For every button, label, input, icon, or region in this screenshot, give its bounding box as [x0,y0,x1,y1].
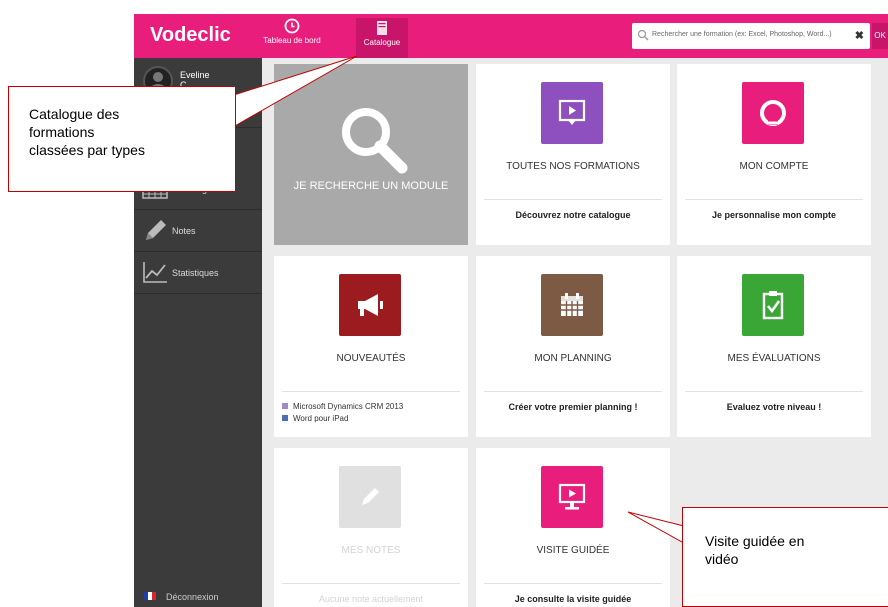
calendar-icon [541,274,603,336]
tile-search-module[interactable]: JE RECHERCHE UN MODULE [274,64,468,245]
tile-title: NOUVEAUTÉS [336,353,406,364]
clock-icon [284,18,300,34]
tile-guided-tour[interactable]: VISITE GUIDÉE Je consulte la visite guid… [476,448,670,607]
brand-logo[interactable]: Vodeclic [150,24,231,47]
news-list: Microsoft Dynamics CRM 2013 Word pour iP… [282,402,403,426]
sidebar-item-notes[interactable]: Notes [134,210,262,252]
clipboard-check-icon [742,274,804,336]
callout-catalogue: Catalogue des formations classées par ty… [8,86,236,192]
tile-my-planning[interactable]: MON PLANNING Créer votre premier plannin… [476,256,670,437]
tile-my-account[interactable]: MON COMPTE Je personnalise mon compte [677,64,871,245]
logout-label: Déconnexion [166,592,219,602]
chart-icon [143,262,167,283]
search-ok-button[interactable]: OK [872,23,888,49]
tile-title: VISITE GUIDÉE [536,545,610,556]
clear-search-icon[interactable]: ✖ [855,29,864,42]
tile-title: MON COMPTE [739,161,809,172]
search-input[interactable]: Rechercher une formation (ex: Excel, Pho… [652,31,832,38]
callout-guided-tour: Visite guidée en vidéo [682,507,888,607]
pencil-icon [146,220,166,240]
tile-footer-link[interactable]: Découvrez notre catalogue [484,210,662,220]
tile-news[interactable]: NOUVEAUTÉS Microsoft Dynamics CRM 2013 W… [274,256,468,437]
tile-title: MES NOTES [341,545,401,556]
pencil-icon [339,466,401,528]
tile-footer-text: Aucune note actuellement [318,594,424,604]
sidebar-item-statistics[interactable]: Statistiques [134,252,262,294]
tile-footer-link[interactable]: Créer votre premier planning ! [484,402,662,412]
search-icon [637,29,649,41]
tile-title: JE RECHERCHE UN MODULE [293,180,449,192]
tile-title: TOUTES NOS FORMATIONS [506,161,640,172]
tile-footer-link[interactable]: Je personnalise mon compte [685,210,863,220]
account-icon [742,82,804,144]
nav-catalogue-label: Catalogue [363,38,401,47]
french-flag-icon [144,592,156,600]
sidebar-item-label: Statistiques [172,268,219,278]
logout-button[interactable]: Déconnexion [134,585,262,607]
tile-my-notes[interactable]: MES NOTES Aucune note actuellement [274,448,468,607]
tile-all-formations[interactable]: TOUTES NOS FORMATIONS Découvrez notre ca… [476,64,670,245]
megaphone-icon [339,274,401,336]
tile-title: MON PLANNING [534,353,612,364]
nav-dashboard[interactable]: Tableau de bord [262,18,322,45]
nav-catalogue[interactable]: Catalogue [356,18,408,58]
list-item[interactable]: Word pour iPad [282,414,403,423]
search-box[interactable]: Rechercher une formation (ex: Excel, Pho… [632,23,870,49]
list-item[interactable]: Microsoft Dynamics CRM 2013 [282,402,403,411]
monitor-play-icon [541,466,603,528]
tile-footer-link[interactable]: Evaluez votre niveau ! [685,402,863,412]
tile-my-evaluations[interactable]: MES ÉVALUATIONS Evaluez votre niveau ! [677,256,871,437]
nav-dashboard-label: Tableau de bord [263,36,321,45]
video-screen-icon [541,82,603,144]
sidebar-item-label: Notes [172,226,196,236]
book-icon [377,21,387,35]
search-icon [342,108,408,174]
tile-title: MES ÉVALUATIONS [727,353,821,364]
tile-footer-link[interactable]: Je consulte la visite guidée [484,594,662,604]
top-bar: Vodeclic Tableau de bord Catalogue Reche… [134,14,888,58]
